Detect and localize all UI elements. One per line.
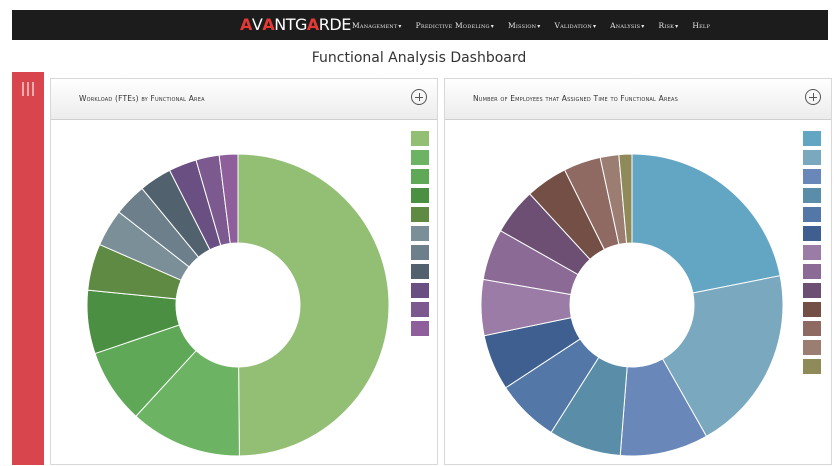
legend-swatch[interactable] [803,226,821,241]
legend-swatch[interactable] [411,150,429,165]
legend-swatch[interactable] [411,188,429,203]
donut-slice[interactable] [237,153,390,457]
menu-mission[interactable]: Mission▾ [508,21,541,30]
workload-panel: Workload (FTEs) by Functional Area [50,78,438,465]
legend-swatch[interactable] [411,321,429,336]
legend-swatch[interactable] [803,131,821,146]
legend-swatch[interactable] [411,169,429,184]
legend-swatch[interactable] [411,207,429,222]
legend-swatch[interactable] [803,283,821,298]
workload-donut-chart [86,131,429,457]
legend-swatch[interactable] [803,264,821,279]
main-menu: Management▾ Predictive Modeling▾ Mission… [352,10,724,40]
menu-analysis[interactable]: Analysis▾ [610,21,644,30]
legend-swatch[interactable] [411,131,429,146]
legend-swatch[interactable] [803,188,821,203]
menu-validation[interactable]: Validation▾ [554,21,596,30]
legend-swatch[interactable] [411,283,429,298]
legend-swatch[interactable] [803,321,821,336]
legend-swatch[interactable] [803,150,821,165]
donut-slice[interactable] [631,153,781,294]
legend-swatch[interactable] [411,302,429,317]
menu-predictive-modeling[interactable]: Predictive Modeling▾ [416,21,494,30]
page-title: Functional Analysis Dashboard [311,50,527,66]
sidebar [12,72,44,465]
legend-swatch[interactable] [411,264,429,279]
legend-swatch[interactable] [803,302,821,317]
legend-swatch[interactable] [803,359,821,374]
legend-swatch[interactable] [803,340,821,355]
legend-swatch[interactable] [803,207,821,222]
top-navbar: AVANTGARDE Management▾ Predictive Modeli… [12,10,828,40]
brand-logo[interactable]: AVANTGARDE [240,15,351,35]
menu-help[interactable]: Help [692,21,710,30]
hamburger-icon[interactable] [22,82,34,96]
legend-swatch[interactable] [411,226,429,241]
legend-swatch[interactable] [411,245,429,260]
employees-panel: Number of Employees that Assigned Time t… [444,78,832,465]
employees-donut-chart [480,131,821,457]
legend-swatch[interactable] [803,245,821,260]
legend-swatch[interactable] [803,169,821,184]
menu-risk[interactable]: Risk▾ [659,21,679,30]
menu-management[interactable]: Management▾ [352,21,402,30]
